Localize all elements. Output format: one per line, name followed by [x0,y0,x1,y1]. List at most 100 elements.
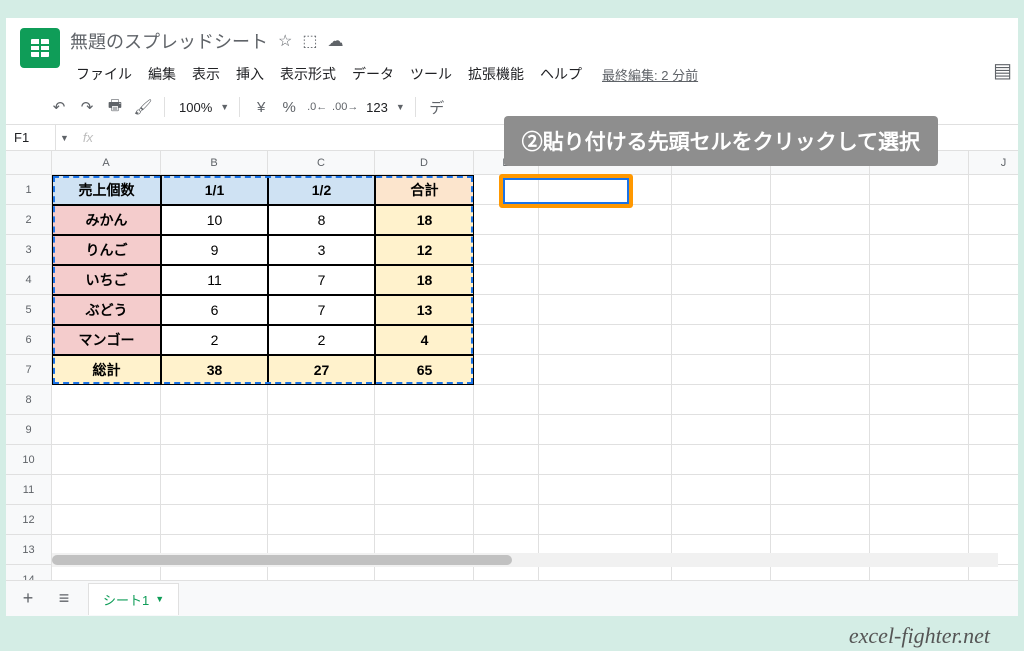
table-cell[interactable]: 2 [161,325,268,355]
increase-decimal-button[interactable]: .00→ [334,96,356,118]
redo-button[interactable]: ↷ [76,96,98,118]
cell[interactable] [161,505,268,535]
last-edit[interactable]: 最終編集: 2 分前 [602,65,698,84]
cell[interactable] [474,295,539,325]
cell[interactable] [870,355,969,385]
menu-tools[interactable]: ツール [404,60,458,88]
chevron-down-icon[interactable]: ▼ [56,133,73,143]
cell[interactable] [474,385,539,415]
cell[interactable] [672,385,771,415]
font-button[interactable]: デ [426,96,448,118]
cell[interactable] [870,415,969,445]
column-header[interactable]: B [161,151,268,175]
table-cell[interactable]: 7 [268,265,375,295]
column-header[interactable]: A [52,151,161,175]
cell[interactable] [539,325,672,355]
table-cell[interactable]: みかん [52,205,161,235]
horizontal-scrollbar[interactable] [52,553,998,567]
number-format-select[interactable]: 123 [362,100,392,115]
cell[interactable] [672,445,771,475]
cell[interactable] [474,355,539,385]
paint-format-button[interactable]: 🖌 [132,96,154,118]
cell[interactable] [474,325,539,355]
menu-file[interactable]: ファイル [70,60,138,88]
menu-view[interactable]: 表示 [186,60,226,88]
table-cell[interactable]: ぶどう [52,295,161,325]
chevron-down-icon[interactable]: ▼ [155,594,164,604]
cell[interactable] [771,475,870,505]
cell[interactable] [52,415,161,445]
cell[interactable] [870,445,969,475]
row-header[interactable]: 1 [6,175,52,205]
column-header[interactable]: D [375,151,474,175]
cell[interactable] [672,265,771,295]
name-box[interactable]: F1 [6,125,56,150]
cell[interactable] [474,505,539,535]
cell[interactable] [474,475,539,505]
doc-title[interactable]: 無題のスプレッドシート [70,28,268,54]
scrollbar-thumb[interactable] [52,555,512,565]
cell[interactable] [771,295,870,325]
row-header[interactable]: 6 [6,325,52,355]
cell[interactable] [161,445,268,475]
table-cell[interactable]: 65 [375,355,474,385]
row-header[interactable]: 12 [6,505,52,535]
cell[interactable] [52,475,161,505]
row-header[interactable]: 5 [6,295,52,325]
menu-help[interactable]: ヘルプ [534,60,588,88]
cell[interactable] [474,205,539,235]
menu-extensions[interactable]: 拡張機能 [462,60,530,88]
select-all-corner[interactable] [6,151,52,175]
undo-button[interactable]: ↶ [48,96,70,118]
cell[interactable] [474,445,539,475]
cell[interactable] [672,325,771,355]
menu-insert[interactable]: 挿入 [230,60,270,88]
cell[interactable] [969,415,1018,445]
cell[interactable] [771,385,870,415]
column-header[interactable]: C [268,151,375,175]
cell[interactable] [771,355,870,385]
cell[interactable] [870,265,969,295]
row-header[interactable]: 10 [6,445,52,475]
cell[interactable] [539,265,672,295]
table-cell[interactable]: 27 [268,355,375,385]
row-header[interactable]: 9 [6,415,52,445]
cell[interactable] [52,445,161,475]
cell[interactable] [969,355,1018,385]
table-header-cell[interactable]: 1/2 [268,175,375,205]
spreadsheet-grid[interactable]: ABCDEFGHIJ1売上個数1/11/2合計2みかん108183りんご9312… [6,151,1018,603]
all-sheets-button[interactable]: ≡ [52,588,76,609]
cell[interactable] [771,265,870,295]
table-cell[interactable]: 10 [161,205,268,235]
table-cell[interactable]: 4 [375,325,474,355]
column-header[interactable]: J [969,151,1018,175]
cell[interactable] [539,445,672,475]
cell[interactable] [539,205,672,235]
cell[interactable] [870,295,969,325]
cell[interactable] [268,385,375,415]
row-header[interactable]: 3 [6,235,52,265]
cell[interactable] [771,205,870,235]
cell[interactable] [672,475,771,505]
table-cell[interactable]: 12 [375,235,474,265]
cell[interactable] [771,415,870,445]
cloud-icon[interactable]: ☁ [327,31,343,51]
table-header-cell[interactable]: 合計 [375,175,474,205]
table-cell[interactable]: 8 [268,205,375,235]
cell[interactable] [672,235,771,265]
table-header-cell[interactable]: 売上個数 [52,175,161,205]
move-icon[interactable]: ⬚ [302,31,317,51]
cell[interactable] [539,235,672,265]
decrease-decimal-button[interactable]: .0← [306,96,328,118]
cell[interactable] [268,445,375,475]
table-cell[interactable]: マンゴー [52,325,161,355]
cell[interactable] [672,175,771,205]
row-header[interactable]: 11 [6,475,52,505]
percent-button[interactable]: % [278,96,300,118]
cell[interactable] [268,415,375,445]
cell[interactable] [969,325,1018,355]
cell[interactable] [375,385,474,415]
table-cell[interactable]: いちご [52,265,161,295]
cell[interactable] [268,505,375,535]
cell[interactable] [672,295,771,325]
